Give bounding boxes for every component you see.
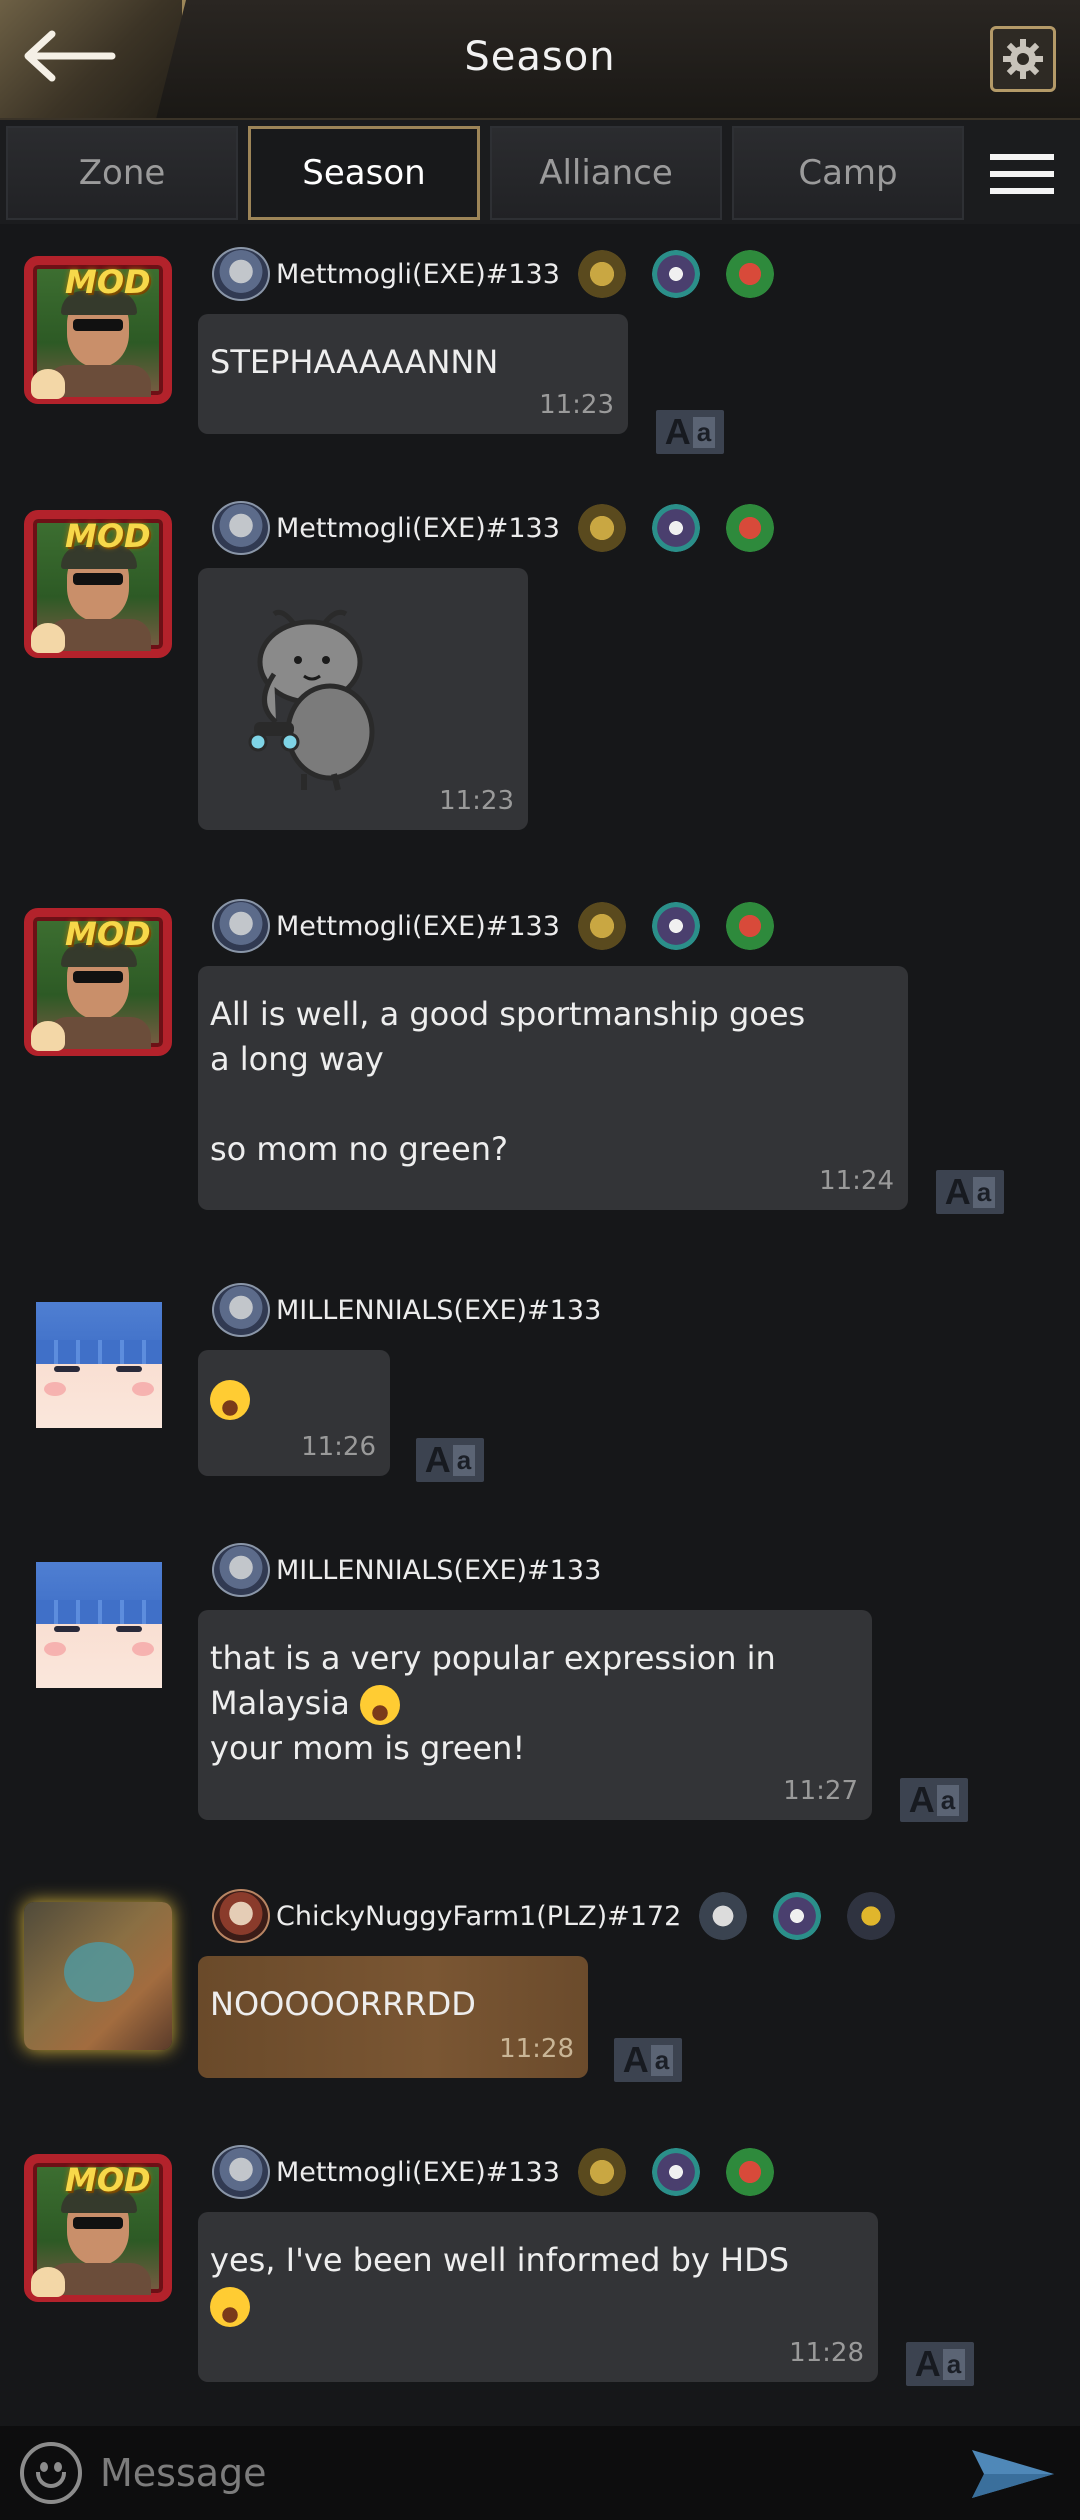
message-bubble[interactable]: 11:23 xyxy=(198,568,528,830)
username[interactable]: Mettmogli(EXE)#133 xyxy=(276,2157,560,2188)
emoji-picker-icon[interactable] xyxy=(20,2442,82,2504)
translate-button[interactable]: Aa xyxy=(936,1170,1004,1214)
timestamp: 11:26 xyxy=(301,1432,376,1462)
laughing-tears-emoji xyxy=(210,2287,250,2327)
gray-bug-sticker xyxy=(248,609,375,791)
rank-icon xyxy=(212,899,270,953)
avatar[interactable]: MOD xyxy=(24,908,172,1056)
rank-icon xyxy=(212,1889,270,1943)
message-text: yes, I've been well informed by HDS xyxy=(210,2241,790,2279)
heart-icon xyxy=(725,902,774,950)
translate-button[interactable]: Aa xyxy=(656,410,724,454)
avatar[interactable]: MOD xyxy=(24,256,172,404)
friend-icon xyxy=(31,1021,65,1051)
laughing-tears-emoji xyxy=(210,1380,250,1420)
message-header: Mettmogli(EXE)#133 xyxy=(212,246,800,302)
message-bubble[interactable]: STEPHAAAAANNN 11:23 xyxy=(198,314,628,434)
chat-list[interactable]: MOD Mettmogli(EXE)#133 STEPHAAAAANNN 11:… xyxy=(0,226,1080,2426)
translate-button[interactable]: Aa xyxy=(900,1778,968,1822)
translate-button[interactable]: Aa xyxy=(416,1438,484,1482)
gear-icon xyxy=(1003,39,1043,79)
shield-icon xyxy=(773,1892,822,1940)
friend-icon xyxy=(31,623,65,653)
message-header: MILLENNIALS(EXE)#133 xyxy=(212,1542,601,1598)
send-icon[interactable] xyxy=(968,2446,1056,2502)
mod-badge: MOD xyxy=(65,517,151,555)
message-header: Mettmogli(EXE)#133 xyxy=(212,500,800,556)
message-header: Mettmogli(EXE)#133 xyxy=(212,2144,800,2200)
username[interactable]: ChickyNuggyFarm1(PLZ)#172 xyxy=(276,1901,681,1932)
shield-icon xyxy=(651,504,700,552)
channel-tabs: Zone Season Alliance Camp xyxy=(0,120,1080,224)
username[interactable]: Mettmogli(EXE)#133 xyxy=(276,513,560,544)
message-text-line: Malaysia xyxy=(210,1684,350,1722)
message-composer xyxy=(0,2426,1080,2520)
timestamp: 11:23 xyxy=(539,390,614,420)
mod-badge: MOD xyxy=(65,915,151,953)
gold-medal-icon xyxy=(577,504,626,552)
message-bubble[interactable]: yes, I've been well informed by HDS 11:2… xyxy=(198,2212,878,2382)
heart-icon xyxy=(725,250,774,298)
laughing-tears-emoji xyxy=(360,1685,400,1725)
message-header: MILLENNIALS(EXE)#133 xyxy=(212,1282,601,1338)
avatar[interactable] xyxy=(24,1902,172,2050)
rank-icon xyxy=(212,1283,270,1337)
message-bubble[interactable]: 11:26 xyxy=(198,1350,390,1476)
mod-badge: MOD xyxy=(65,2161,151,2199)
timestamp: 11:24 xyxy=(819,1166,894,1196)
username[interactable]: MILLENNIALS(EXE)#133 xyxy=(276,1295,601,1326)
username[interactable]: MILLENNIALS(EXE)#133 xyxy=(276,1555,601,1586)
message-bubble[interactable]: All is well, a good sportmanship goes a … xyxy=(198,966,908,1210)
message-text-line: that is a very popular expression in xyxy=(210,1639,776,1677)
settings-button[interactable] xyxy=(990,26,1056,92)
tab-camp[interactable]: Camp xyxy=(732,126,964,220)
message-text-line: your mom is green! xyxy=(210,1729,526,1767)
username[interactable]: Mettmogli(EXE)#133 xyxy=(276,911,560,942)
gold-medal-icon xyxy=(577,2148,626,2196)
message-text: STEPHAAAAANNN xyxy=(210,343,499,381)
message-header: Mettmogli(EXE)#133 xyxy=(212,898,800,954)
message-bubble[interactable]: that is a very popular expression in Mal… xyxy=(198,1610,872,1820)
hds-badge-icon xyxy=(699,1892,748,1940)
page-title: Season xyxy=(464,34,616,80)
shield-icon xyxy=(651,2148,700,2196)
gold-medal-icon xyxy=(577,250,626,298)
top-bar: Season xyxy=(0,0,1080,120)
avatar[interactable] xyxy=(36,1562,162,1688)
rank-icon xyxy=(212,501,270,555)
timestamp: 11:27 xyxy=(783,1776,858,1806)
friend-icon xyxy=(31,2267,65,2297)
rank-icon xyxy=(212,2145,270,2199)
timestamp: 11:28 xyxy=(499,2034,574,2064)
heart-icon xyxy=(725,2148,774,2196)
shield-icon xyxy=(651,250,700,298)
timestamp: 11:28 xyxy=(789,2338,864,2368)
avatar[interactable]: MOD xyxy=(24,510,172,658)
timestamp: 11:23 xyxy=(439,786,514,816)
friend-icon xyxy=(31,369,65,399)
shield-icon xyxy=(651,902,700,950)
message-input[interactable] xyxy=(100,2436,940,2510)
message-text: All is well, a good sportmanship goes a … xyxy=(210,995,806,1168)
bee-icon xyxy=(847,1892,896,1940)
message-header: ChickyNuggyFarm1(PLZ)#172 xyxy=(212,1888,921,1944)
message-text: NOOOOORRRDD xyxy=(210,1985,476,2023)
tab-alliance[interactable]: Alliance xyxy=(490,126,722,220)
tab-season[interactable]: Season xyxy=(248,126,480,220)
rank-icon xyxy=(212,247,270,301)
hamburger-menu-icon[interactable] xyxy=(990,154,1054,194)
mod-badge: MOD xyxy=(65,263,151,301)
avatar[interactable]: MOD xyxy=(24,2154,172,2302)
avatar[interactable] xyxy=(36,1302,162,1428)
rank-icon xyxy=(212,1543,270,1597)
gold-medal-icon xyxy=(577,902,626,950)
translate-button[interactable]: Aa xyxy=(614,2038,682,2082)
translate-button[interactable]: Aa xyxy=(906,2342,974,2386)
username[interactable]: Mettmogli(EXE)#133 xyxy=(276,259,560,290)
heart-icon xyxy=(725,504,774,552)
message-bubble[interactable]: NOOOOORRRDD 11:28 xyxy=(198,1956,588,2078)
tab-zone[interactable]: Zone xyxy=(6,126,238,220)
